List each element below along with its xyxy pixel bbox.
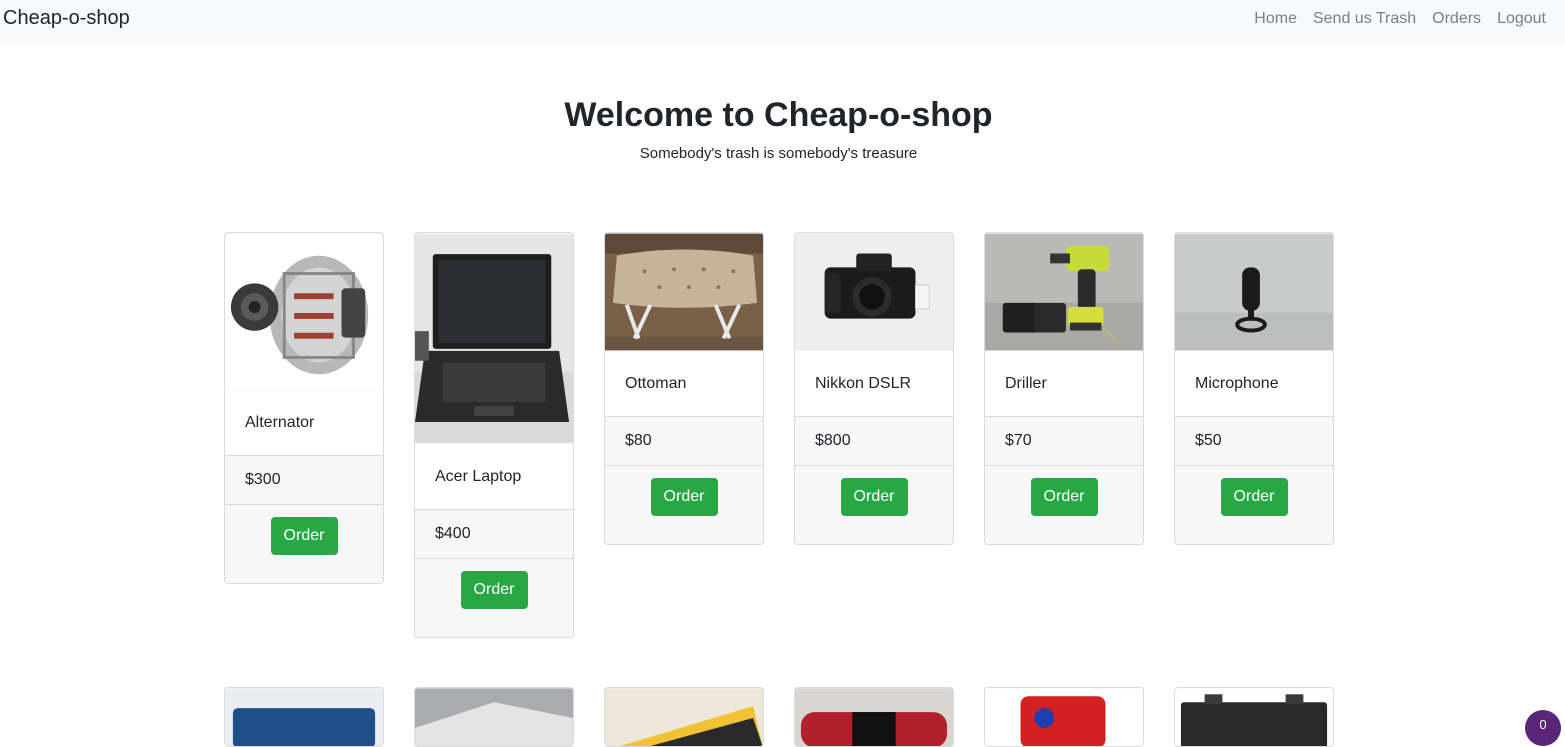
product-card-row2-6 bbox=[1174, 687, 1334, 747]
product-name: Acer Laptop bbox=[435, 467, 522, 485]
product-image bbox=[1175, 688, 1333, 746]
product-card-microphone: Microphone $50 Order bbox=[1174, 232, 1334, 545]
nav-links: Home Send us Trash Orders Logout bbox=[1254, 10, 1546, 28]
brand-link[interactable]: Cheap-o-shop bbox=[3, 7, 130, 30]
product-image bbox=[415, 688, 573, 746]
product-price-box: $50 bbox=[1175, 416, 1333, 466]
product-footer: Order bbox=[795, 466, 953, 544]
order-button[interactable]: Order bbox=[840, 478, 908, 516]
product-footer: Order bbox=[605, 466, 763, 544]
product-card-row2-2 bbox=[414, 687, 574, 747]
product-card-driller: Driller $70 Order bbox=[984, 232, 1144, 545]
product-price-box: $300 bbox=[225, 455, 383, 505]
product-card-row2-1 bbox=[224, 687, 384, 747]
product-card-ottoman: Ottoman $80 Order bbox=[604, 232, 764, 545]
product-footer: Order bbox=[415, 559, 573, 637]
page-title: Welcome to Cheap-o-shop bbox=[564, 96, 993, 134]
product-name-box: Alternator bbox=[225, 391, 383, 455]
product-image bbox=[225, 688, 383, 746]
corner-badge[interactable]: 0 bbox=[1525, 710, 1561, 746]
product-name-box: Microphone bbox=[1175, 351, 1333, 416]
product-name: Microphone bbox=[1195, 374, 1279, 392]
nav-logout-link[interactable]: Logout bbox=[1497, 10, 1546, 28]
product-price: $800 bbox=[815, 432, 851, 449]
product-price-box: $70 bbox=[985, 416, 1143, 466]
product-name: Nikkon DSLR bbox=[815, 374, 912, 392]
product-card-row2-3 bbox=[604, 687, 764, 747]
product-card-row2-4 bbox=[794, 687, 954, 747]
order-button[interactable]: Order bbox=[270, 517, 338, 555]
product-footer: Order bbox=[225, 505, 383, 583]
product-image bbox=[795, 688, 953, 746]
alternator-image bbox=[225, 233, 383, 391]
nav-send-trash-link[interactable]: Send us Trash bbox=[1313, 10, 1416, 28]
product-price: $70 bbox=[1005, 432, 1032, 449]
product-footer: Order bbox=[985, 466, 1143, 544]
product-name-box: Ottoman bbox=[605, 351, 763, 416]
product-price-box: $80 bbox=[605, 416, 763, 466]
product-name-box: Acer Laptop bbox=[415, 444, 573, 509]
product-name: Driller bbox=[1005, 374, 1047, 392]
product-price: $50 bbox=[1195, 432, 1222, 449]
order-button[interactable]: Order bbox=[460, 571, 528, 609]
product-name-box: Driller bbox=[985, 351, 1143, 416]
ottoman-image bbox=[605, 233, 763, 351]
product-price: $400 bbox=[435, 525, 471, 542]
product-name: Ottoman bbox=[625, 374, 687, 392]
laptop-image bbox=[415, 234, 573, 443]
nav-home-link[interactable]: Home bbox=[1254, 10, 1297, 28]
product-price: $300 bbox=[245, 471, 281, 488]
product-image bbox=[605, 688, 763, 746]
product-price-box: $400 bbox=[415, 509, 573, 559]
product-card-alternator: Alternator $300 Order bbox=[224, 232, 384, 584]
drill-image bbox=[985, 233, 1143, 351]
product-price-box: $800 bbox=[795, 416, 953, 466]
order-button[interactable]: Order bbox=[1220, 478, 1288, 516]
product-footer: Order bbox=[1175, 466, 1333, 544]
microphone-image bbox=[1175, 233, 1333, 351]
page-subtitle: Somebody's trash is somebody's treasure bbox=[639, 145, 918, 162]
product-image bbox=[985, 688, 1143, 746]
product-name: Alternator bbox=[245, 414, 315, 431]
product-card-row2-5 bbox=[984, 687, 1144, 747]
nav-orders-link[interactable]: Orders bbox=[1432, 10, 1481, 28]
product-card-nikkon-dslr: Nikkon DSLR $800 Order bbox=[794, 232, 954, 545]
product-name-box: Nikkon DSLR bbox=[795, 351, 953, 416]
product-card-acer-laptop: Acer Laptop $400 Order bbox=[414, 232, 574, 638]
order-button[interactable]: Order bbox=[650, 478, 718, 516]
navbar: Cheap-o-shop Home Send us Trash Orders L… bbox=[0, 0, 1565, 46]
camera-image bbox=[795, 233, 953, 351]
order-button[interactable]: Order bbox=[1030, 478, 1098, 516]
product-price: $80 bbox=[625, 432, 652, 449]
